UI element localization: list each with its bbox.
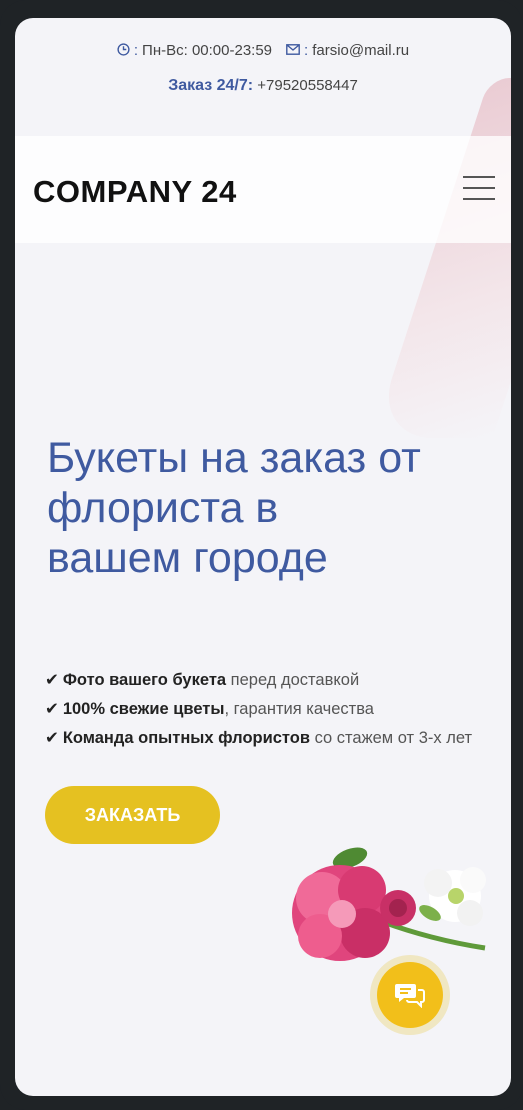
email-text: farsio@mail.ru [312,42,410,59]
menu-icon[interactable] [463,176,495,202]
feature-item: ✔ Команда опытных флористов со стажем от … [45,729,473,747]
decorative-shape [372,78,511,438]
mail-icon [286,43,300,58]
check-icon: ✔ [45,729,59,747]
phone-link[interactable]: +79520558447 [257,77,358,94]
check-icon: ✔ [45,700,59,718]
phone-frame: : Пн-Вс: 00:00-23:59 : farsio@mail.ru За… [0,0,523,1110]
hero-title-line: вашем городе [47,534,328,582]
page: : Пн-Вс: 00:00-23:59 : farsio@mail.ru За… [15,18,511,1096]
check-icon: ✔ [45,671,59,689]
order-phone-row: Заказ 24/7: +79520558447 [15,77,511,95]
site-header: COMPANY 24 [15,136,511,243]
chat-icon [377,962,443,1028]
features-list: ✔ Фото вашего букета перед доставкой ✔ 100… [45,666,511,753]
working-hours: : Пн-Вс: 00:00-23:59 [117,42,272,59]
order-label: Заказ 24/7: [168,77,254,94]
logo[interactable]: COMPANY 24 [33,174,237,210]
chat-button[interactable] [370,955,450,1035]
order-button[interactable]: ЗАКАЗАТЬ [45,786,220,844]
email-link[interactable]: : farsio@mail.ru [286,42,409,59]
hero-title-line: флориста в [47,484,279,532]
feature-item: ✔ 100% свежие цветы, гарантия качества [45,700,374,718]
top-info-bar: : Пн-Вс: 00:00-23:59 : farsio@mail.ru За… [15,42,511,95]
clock-icon [117,42,130,59]
hours-text: Пн-Вс: 00:00-23:59 [142,42,273,59]
hero-title: Букеты на заказ от флориста в вашем горо… [47,433,497,583]
hero-title-line: Букеты на заказ от [47,434,421,482]
feature-item: ✔ Фото вашего букета перед доставкой [45,671,360,689]
